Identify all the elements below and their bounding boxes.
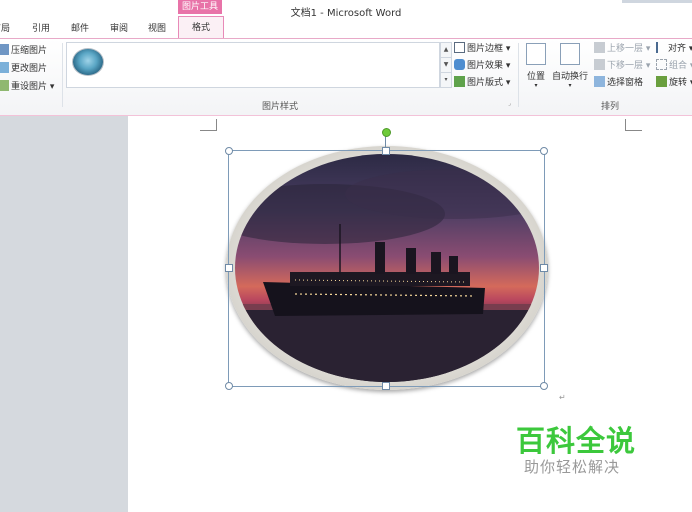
position-icon bbox=[526, 43, 546, 65]
paragraph-mark: ↵ bbox=[559, 393, 566, 402]
compress-pictures-label: 压缩图片 bbox=[11, 46, 48, 56]
wrap-text-label: 自动换行 bbox=[552, 72, 589, 82]
position-button[interactable]: 位置 ▾ bbox=[524, 43, 548, 89]
chevron-down-icon: ▾ bbox=[503, 78, 511, 88]
tab-mailings[interactable]: 邮件 bbox=[71, 20, 89, 38]
picture-border-button[interactable]: 图片边框 ▾ bbox=[454, 42, 510, 56]
page-margin-corner-right bbox=[625, 119, 642, 131]
rotate-icon bbox=[656, 76, 667, 87]
ribbon-tab-row: 布局 引用 邮件 审阅 视图 bbox=[0, 20, 692, 38]
gallery-scroll-up-icon[interactable]: ▲ bbox=[440, 42, 452, 58]
picture-border-label: 图片边框 bbox=[467, 44, 504, 54]
rotate-button[interactable]: 旋转 ▾ bbox=[656, 76, 692, 90]
align-label: 对齐 bbox=[668, 44, 687, 54]
layout-icon bbox=[454, 76, 465, 87]
chevron-down-icon: ▾ bbox=[643, 44, 651, 54]
arrange-group-label: 排列 bbox=[600, 102, 619, 112]
rotation-handle[interactable] bbox=[382, 128, 391, 137]
watermark-title: 百科全说 bbox=[516, 424, 637, 458]
wrap-text-button[interactable]: 自动换行 ▾ bbox=[552, 43, 588, 89]
resize-handle-bottom-right[interactable] bbox=[540, 382, 548, 390]
resize-handle-top-left[interactable] bbox=[225, 147, 233, 155]
tab-review[interactable]: 审阅 bbox=[110, 20, 128, 38]
resize-handle-bottom[interactable] bbox=[382, 382, 390, 390]
chevron-down-icon: ▾ bbox=[534, 82, 538, 89]
chevron-down-icon: ▾ bbox=[643, 61, 651, 71]
watermark-subtitle: 助你轻松解决 bbox=[524, 458, 621, 476]
align-button[interactable]: 对齐 ▾ bbox=[656, 42, 692, 56]
window-controls-edge bbox=[622, 0, 692, 3]
picture-layout-label: 图片版式 bbox=[467, 78, 504, 88]
resize-handle-right[interactable] bbox=[540, 264, 548, 272]
gallery-more-icon[interactable]: ▾ bbox=[440, 72, 452, 88]
send-backward-button[interactable]: 下移一层 ▾ bbox=[594, 59, 650, 73]
selection-pane-label: 选择窗格 bbox=[607, 78, 644, 88]
selection-pane-icon bbox=[594, 76, 605, 87]
bring-forward-label: 上移一层 bbox=[607, 44, 644, 54]
chevron-down-icon: ▾ bbox=[503, 44, 511, 54]
send-backward-icon bbox=[594, 59, 605, 70]
change-picture-button[interactable]: 更改图片 bbox=[0, 62, 47, 76]
align-icon bbox=[656, 42, 666, 53]
resize-handle-bottom-left[interactable] bbox=[225, 382, 233, 390]
picture-layout-button[interactable]: 图片版式 ▾ bbox=[454, 76, 510, 90]
ribbon-separator bbox=[518, 43, 519, 107]
picture-effects-label: 图片效果 bbox=[467, 61, 504, 71]
chevron-down-icon: ▾ bbox=[687, 61, 692, 71]
resize-handle-top-right[interactable] bbox=[540, 147, 548, 155]
resize-handle-left[interactable] bbox=[225, 264, 233, 272]
picture-styles-group-label: 图片样式 bbox=[261, 102, 298, 112]
group-button[interactable]: 组合 ▾ bbox=[656, 59, 692, 73]
tab-view[interactable]: 视图 bbox=[148, 20, 166, 38]
chevron-down-icon: ▾ bbox=[47, 82, 55, 92]
bring-forward-button[interactable]: 上移一层 ▾ bbox=[594, 42, 650, 56]
chevron-down-icon: ▾ bbox=[503, 61, 511, 71]
chevron-down-icon: ▾ bbox=[568, 82, 572, 89]
picture-style-thumbnail[interactable] bbox=[72, 48, 104, 76]
group-label: 组合 bbox=[669, 61, 688, 71]
gallery-scroll-down-icon[interactable]: ▼ bbox=[440, 57, 452, 73]
selection-pane-button[interactable]: 选择窗格 bbox=[594, 76, 643, 90]
group-icon bbox=[656, 59, 667, 70]
tab-layout[interactable]: 布局 bbox=[0, 20, 10, 38]
resize-handle-top[interactable] bbox=[382, 147, 390, 155]
wrap-text-icon bbox=[560, 43, 580, 65]
ribbon-separator bbox=[62, 43, 63, 107]
tab-format[interactable]: 格式 bbox=[178, 16, 224, 39]
reset-picture-label: 重设图片 bbox=[11, 82, 48, 92]
position-label: 位置 bbox=[526, 72, 545, 82]
effects-icon bbox=[454, 59, 465, 70]
compress-pictures-button[interactable]: 压缩图片 bbox=[0, 44, 47, 58]
reset-picture-button[interactable]: 重设图片 ▾ bbox=[0, 80, 54, 94]
picture-effects-button[interactable]: 图片效果 ▾ bbox=[454, 59, 510, 73]
send-backward-label: 下移一层 bbox=[607, 61, 644, 71]
change-picture-icon bbox=[0, 62, 9, 73]
change-picture-label: 更改图片 bbox=[11, 64, 48, 74]
selection-box bbox=[228, 150, 545, 387]
chevron-down-icon: ▾ bbox=[687, 78, 692, 88]
window-title: 文档1 - Microsoft Word bbox=[290, 8, 402, 19]
dialog-launcher-icon[interactable]: ⌟ bbox=[508, 100, 511, 107]
pencil-icon bbox=[454, 42, 465, 53]
page-margin-corner-left bbox=[200, 119, 217, 131]
rotate-label: 旋转 bbox=[669, 78, 688, 88]
picture-styles-gallery[interactable] bbox=[66, 42, 440, 88]
chevron-down-icon: ▾ bbox=[688, 44, 692, 54]
tab-references[interactable]: 引用 bbox=[32, 20, 50, 38]
bring-forward-icon bbox=[594, 42, 605, 53]
compress-icon bbox=[0, 44, 9, 55]
reset-picture-icon bbox=[0, 80, 9, 91]
